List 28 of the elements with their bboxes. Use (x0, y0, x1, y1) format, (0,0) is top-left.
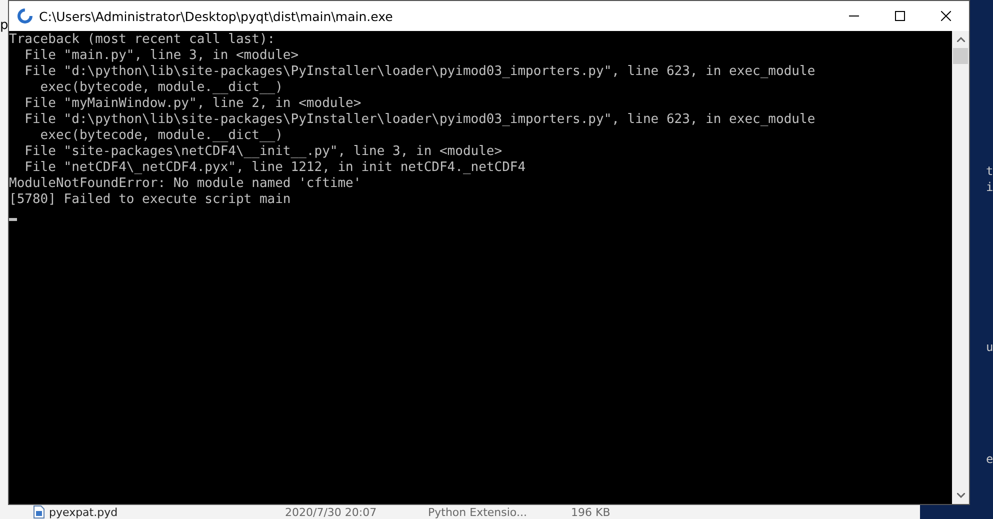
file-explorer-text: p (0, 18, 8, 33)
console-line: exec(bytecode, module.__dict__) (39, 128, 283, 144)
console-line: [5780] Failed to execute script main (9, 192, 291, 208)
file-name: pyexpat.pyd (49, 506, 119, 518)
text-cursor (9, 218, 17, 221)
scroll-up-icon[interactable] (956, 37, 964, 42)
file-type: Python Extensio... (428, 506, 528, 518)
terminal-text: e (986, 452, 993, 466)
console-line: File "d:\python\lib\site-packages\PyInstaller\loader\pyimod03_importers.py", line 623, in exec_module (24, 112, 816, 128)
maximize-icon (895, 11, 905, 21)
terminal-text: t (986, 164, 993, 178)
console-line: File "netCDF4\_netCDF4.pyx", line 1212, in init netCDF4._netCDF4 (24, 160, 526, 176)
file-size: 196 KB (571, 506, 610, 518)
app-icon (17, 8, 33, 24)
terminal-text: u (986, 340, 993, 354)
scroll-down-icon[interactable] (956, 493, 964, 498)
console-line: File "d:\python\lib\site-packages\PyInstaller\loader\pyimod03_importers.py", line 623, in exec_module (24, 64, 816, 80)
console-line: exec(bytecode, module.__dict__) (39, 80, 283, 96)
console-line: Traceback (most recent call last): (9, 32, 276, 48)
file-date: 2020/7/30 20:07 (285, 506, 378, 518)
console-line: File "myMainWindow.py", line 2, in <module> (24, 96, 362, 112)
console-line: ModuleNotFoundError: No module named 'cftime' (9, 176, 362, 192)
terminal-text: i (986, 180, 993, 194)
console-line: File "site-packages\netCDF4\__init__.py", line 3, in <module> (24, 144, 502, 160)
window-title: C:\Users\Administrator\Desktop\pyqt\dist\main\main.exe (39, 8, 394, 24)
scrollbar-thumb[interactable] (953, 48, 968, 64)
close-icon (941, 11, 951, 21)
console-line: File "main.py", line 3, in <module> (24, 48, 299, 64)
